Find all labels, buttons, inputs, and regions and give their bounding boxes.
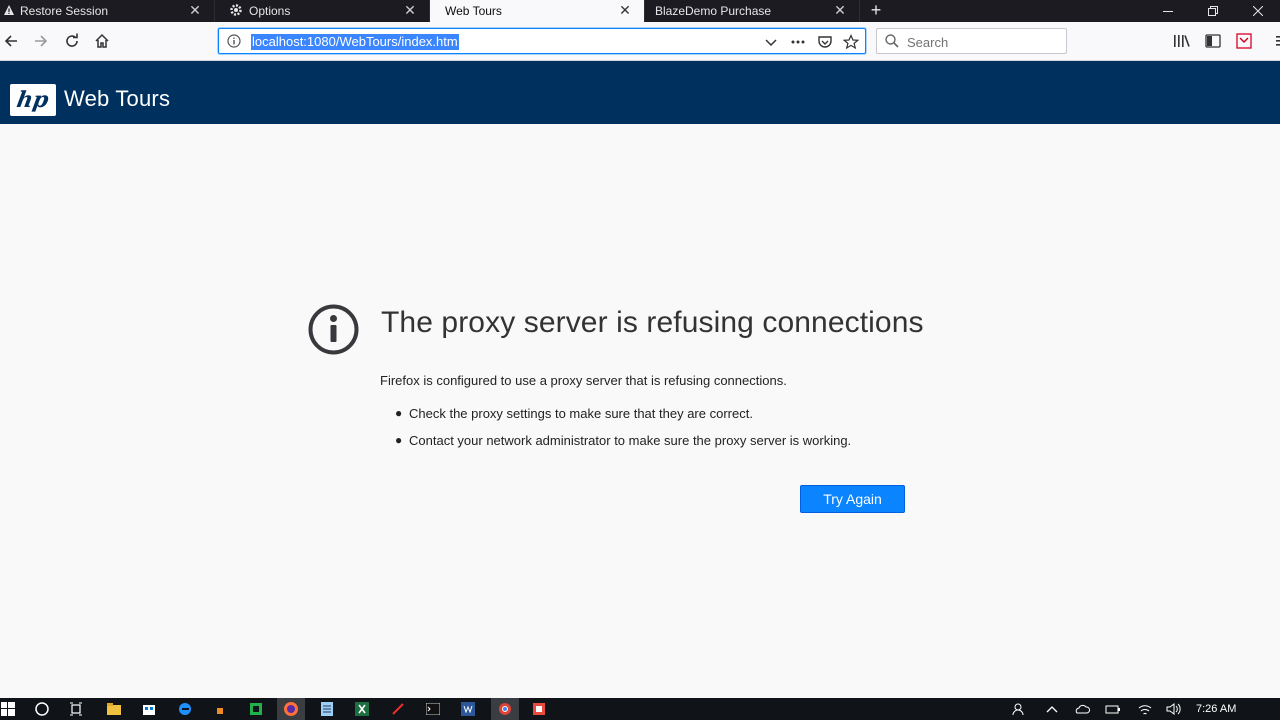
firefox-icon[interactable]	[277, 698, 305, 720]
warning-icon	[2, 3, 16, 17]
battery-icon[interactable]	[1105, 701, 1121, 717]
url-bar[interactable]: localhost:1080/WebTours/index.htm	[218, 28, 866, 54]
close-icon[interactable]: ✕	[188, 3, 202, 17]
restore-icon[interactable]	[1190, 0, 1235, 22]
new-tab-button[interactable]: +	[860, 0, 892, 22]
url-text[interactable]: localhost:1080/WebTours/index.htm	[251, 34, 459, 50]
menu-icon[interactable]	[1268, 32, 1280, 50]
chevron-up-icon[interactable]	[1044, 701, 1060, 717]
windows-start-icon[interactable]	[0, 701, 16, 717]
forward-button[interactable]	[30, 30, 52, 52]
search-icon	[885, 34, 899, 53]
home-button[interactable]	[91, 30, 113, 52]
app-red-icon[interactable]	[531, 701, 547, 717]
home-icon	[95, 33, 109, 48]
suggestion-text: Contact your network administrator to ma…	[409, 433, 852, 448]
gear-icon	[229, 3, 243, 17]
tab-web-tours[interactable]: Web Tours ✕	[430, 0, 645, 22]
info-icon[interactable]	[227, 34, 241, 48]
excel-icon[interactable]	[354, 701, 370, 717]
error-suggestions: ● Check the proxy settings to make sure t…	[395, 406, 851, 460]
pocket-icon[interactable]	[817, 34, 833, 50]
site-title: Web Tours	[64, 86, 171, 111]
chrome-icon[interactable]	[491, 698, 519, 720]
tab-label: Restore Session	[20, 4, 109, 18]
onedrive-icon[interactable]	[1074, 701, 1090, 717]
suggestion-text: Check the proxy settings to make sure th…	[409, 406, 753, 421]
cortana-icon[interactable]	[34, 701, 50, 717]
tab-label: Options	[249, 4, 291, 18]
close-icon[interactable]: ✕	[833, 3, 847, 17]
tab-strip: Restore Session ✕ Options ✕ Web Tours ✕ …	[0, 0, 1280, 22]
sidebar-icon[interactable]	[1204, 32, 1222, 50]
command-prompt-icon[interactable]	[425, 701, 441, 717]
info-circle-icon	[308, 304, 359, 355]
hp-logo: hp	[10, 84, 56, 116]
list-item: ● Contact your network administrator to m…	[395, 433, 851, 460]
forward-arrow-icon	[35, 35, 48, 47]
tab-label: BlazeDemo Purchase	[655, 4, 772, 18]
error-title: The proxy server is refusing connections	[381, 306, 924, 339]
tab-options[interactable]: Options ✕	[215, 0, 430, 22]
close-icon[interactable]: ✕	[618, 3, 632, 17]
navigation-toolbar: localhost:1080/WebTours/index.htm Search	[0, 22, 1280, 61]
app-green-icon[interactable]	[248, 701, 264, 717]
list-item: ● Check the proxy settings to make sure t…	[395, 406, 851, 433]
reload-icon	[66, 33, 78, 47]
store-icon[interactable]	[141, 701, 157, 717]
notepad-icon[interactable]	[319, 701, 335, 717]
search-bar[interactable]: Search	[876, 28, 1067, 54]
app-icon[interactable]	[212, 701, 228, 717]
page-actions-icon[interactable]	[790, 34, 806, 50]
clock[interactable]: 7:26 AM	[1196, 703, 1236, 715]
taskbar: 7:26 AM	[0, 698, 1280, 720]
people-icon[interactable]	[1011, 701, 1027, 717]
search-input[interactable]: Search	[907, 35, 948, 50]
word-icon[interactable]	[460, 701, 476, 717]
window-controls	[1145, 0, 1280, 22]
tab-blazedemo-purchase[interactable]: BlazeDemo Purchase ✕	[645, 0, 860, 22]
back-button[interactable]	[0, 30, 22, 52]
tab-label: Web Tours	[445, 4, 502, 18]
bullet-icon: ●	[395, 406, 403, 420]
edge-icon[interactable]	[177, 701, 193, 717]
back-arrow-icon	[4, 35, 17, 47]
bullet-icon: ●	[395, 433, 403, 447]
file-explorer-icon[interactable]	[106, 701, 122, 717]
error-description: Firefox is configured to use a proxy ser…	[380, 373, 787, 388]
bookmark-star-icon[interactable]	[843, 34, 859, 50]
window-close-icon[interactable]	[1235, 0, 1280, 22]
site-header: hp Web Tours	[0, 61, 1280, 124]
pocket-toolbar-icon[interactable]	[1235, 32, 1253, 50]
tab-restore-session[interactable]: Restore Session ✕	[0, 0, 215, 22]
wifi-icon[interactable]	[1137, 701, 1153, 717]
minimize-icon[interactable]	[1145, 0, 1190, 22]
library-icon[interactable]	[1173, 32, 1191, 50]
volume-icon[interactable]	[1166, 701, 1182, 717]
task-view-icon[interactable]	[68, 701, 84, 717]
reload-button[interactable]	[61, 30, 83, 52]
pen-icon[interactable]	[390, 701, 406, 717]
try-again-button[interactable]: Try Again	[800, 485, 905, 513]
chevron-down-icon[interactable]	[763, 34, 779, 50]
close-icon[interactable]: ✕	[403, 3, 417, 17]
logo-text: hp	[15, 87, 51, 113]
